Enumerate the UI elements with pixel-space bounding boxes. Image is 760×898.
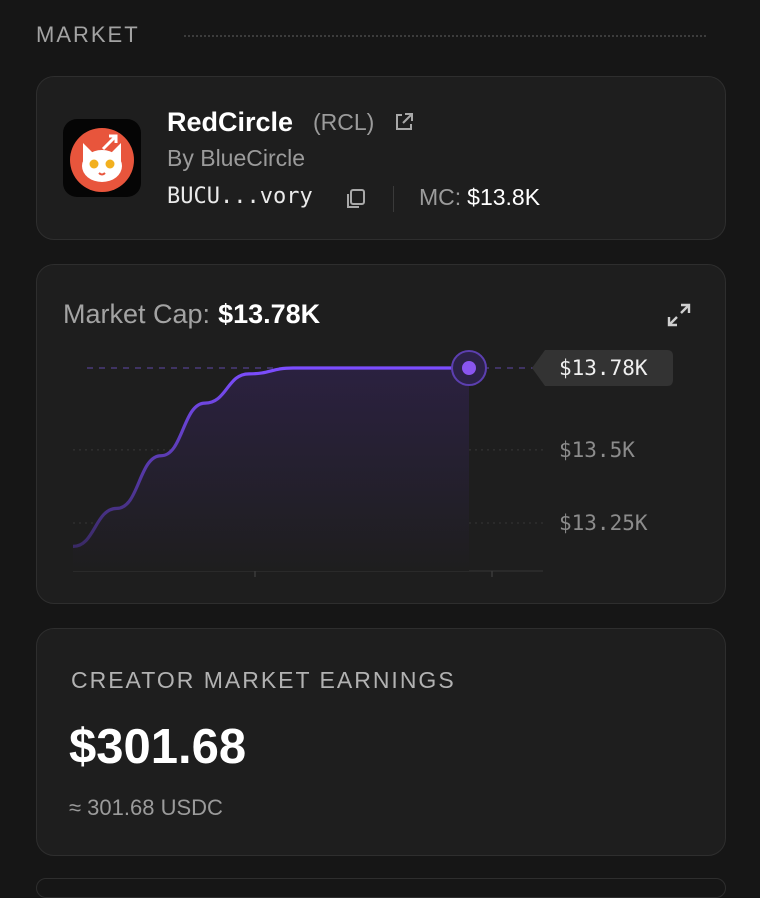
current-marker xyxy=(462,361,476,375)
mc-value: $13.8K xyxy=(467,184,541,210)
earnings-title: CREATOR MARKET EARNINGS xyxy=(71,667,456,693)
market-section-header: MARKET xyxy=(36,20,706,52)
earnings-usdc: ≈ 301.68 USDC xyxy=(69,795,223,820)
next-card xyxy=(36,878,726,898)
earnings-value: $301.68 xyxy=(69,720,247,774)
token-creator[interactable]: By BlueCircle xyxy=(167,145,305,172)
market-cap-summary: MC: $13.8K xyxy=(419,184,540,211)
market-cap-chart-card: Market Cap: $13.78K $13.5K $13.25K $13.78K xyxy=(36,264,726,604)
y-tick-mid: $13.5K xyxy=(559,438,635,462)
external-link-icon[interactable] xyxy=(393,111,415,133)
copy-icon[interactable] xyxy=(343,187,367,211)
cat-logo-icon xyxy=(70,128,134,192)
section-title: MARKET xyxy=(36,22,140,47)
divider xyxy=(393,186,394,212)
current-value-label: $13.78K xyxy=(559,356,648,380)
token-logo xyxy=(63,119,141,197)
token-name: RedCircle xyxy=(167,107,294,137)
token-address: BUCU...vory xyxy=(167,184,313,209)
token-ticker: (RCL) xyxy=(313,109,375,135)
market-cap-chart: $13.5K $13.25K $13.78K xyxy=(72,350,673,577)
mc-label: MC: xyxy=(419,184,462,210)
section-divider xyxy=(184,35,706,37)
token-card[interactable]: RedCircle (RCL) By BlueCircle BUCU...vor… xyxy=(36,76,726,240)
creator-earnings-card: CREATOR MARKET EARNINGS $301.68 ≈ 301.68… xyxy=(36,628,726,856)
area-fill xyxy=(73,368,469,571)
y-tick-low: $13.25K xyxy=(559,511,648,535)
